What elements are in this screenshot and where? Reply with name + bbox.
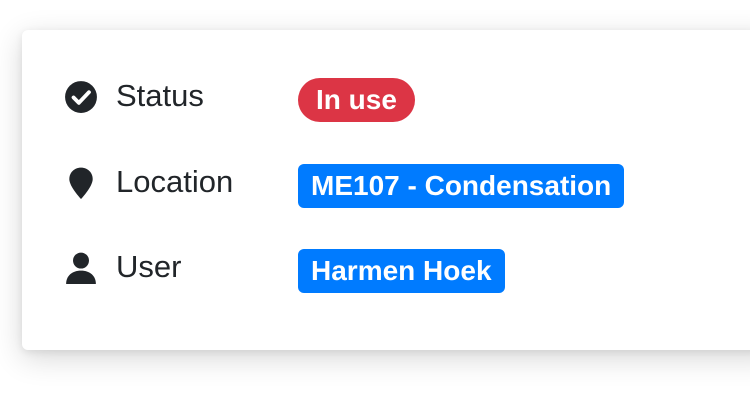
location-label: Location [116,164,234,199]
location-badge: ME107 - Condensation [298,164,625,208]
map-pin-icon [64,166,98,200]
status-label: Status [116,78,204,113]
check-circle-icon [64,80,98,114]
user-badge: Harmen Hoek [298,249,505,293]
status-badge: In use [298,78,415,122]
location-row: Location ME107 - Condensation [22,160,742,210]
user-row: User Harmen Hoek [22,245,742,295]
user-label: User [116,249,182,284]
details-card: Status In use Location ME107 - Condensat… [22,30,750,350]
user-icon [64,251,98,285]
status-row: Status In use [22,74,742,124]
